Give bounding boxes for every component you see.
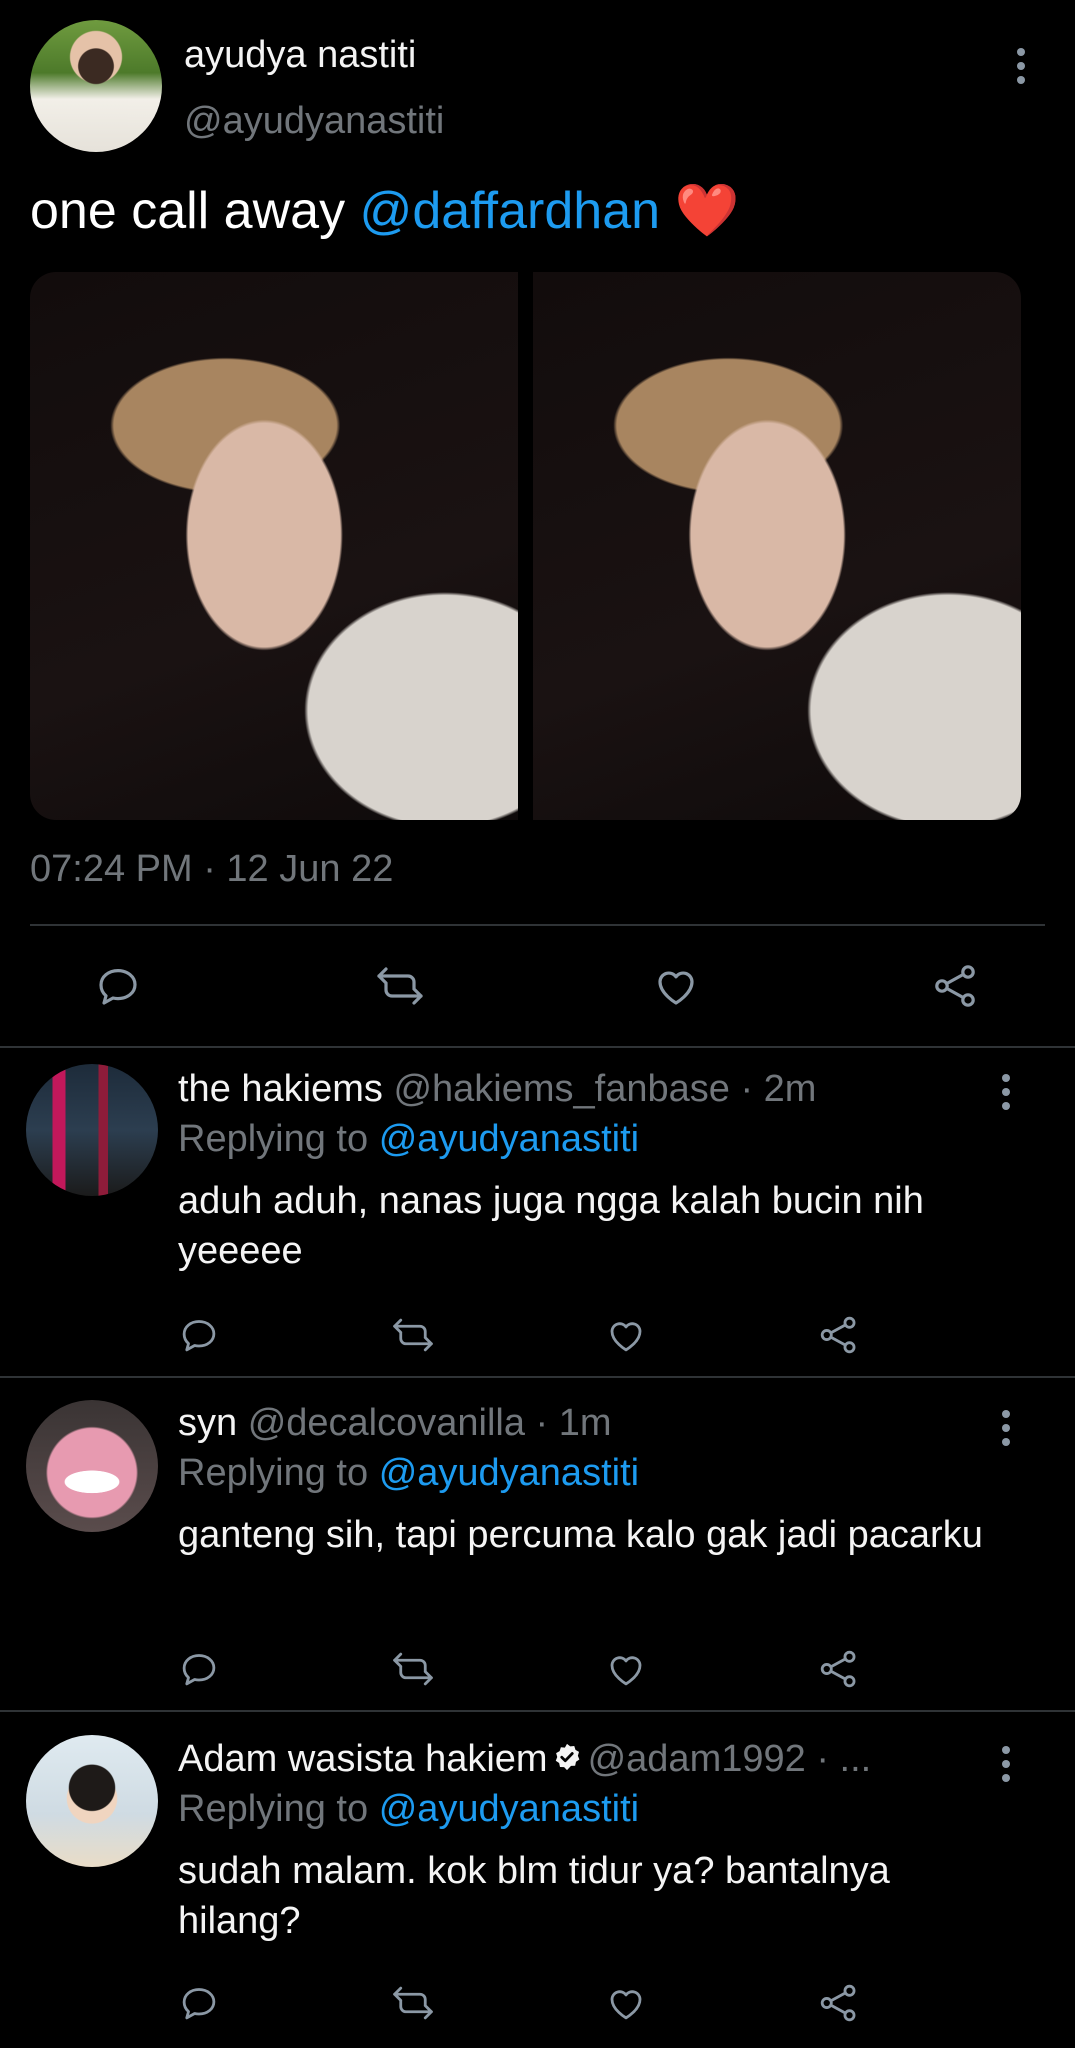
replying-mention[interactable]: @ayudyanastiti [379,1788,639,1830]
more-options-icon[interactable] [1000,1746,1012,1782]
reply-text: ganteng sih, tapi percuma kalo gak jadi … [178,1514,983,1556]
divider [0,1710,1075,1712]
divider [0,1046,1075,1048]
more-options-icon[interactable] [1000,1074,1012,1110]
reply-header: the hakiems @hakiems_fanbase · 2m [178,1068,816,1111]
tweet-photo-1[interactable] [30,272,518,820]
replying-label: Replying to [178,1452,369,1494]
author-name[interactable]: ayudya nastiti [184,34,416,77]
divider [30,924,1045,926]
share-icon[interactable] [818,1314,860,1356]
tweet-body: one call away [30,182,346,240]
reply-text: aduh aduh, nanas juga ngga kalah bucin n… [178,1180,924,1272]
reply-author-name[interactable]: syn [178,1402,237,1444]
reply-text: sudah malam. kok blm tidur ya? bantalnya… [178,1850,890,1942]
replying-mention[interactable]: @ayudyanastiti [379,1452,639,1494]
reply-header: Adam wasista hakiem @adam1992 · ... [178,1738,871,1782]
author-avatar[interactable] [30,20,162,152]
share-icon[interactable] [818,1648,860,1690]
more-options-icon[interactable] [1000,1410,1012,1446]
replying-label: Replying to [178,1788,369,1830]
reply-author-name[interactable]: the hakiems [178,1068,383,1110]
reply-meta[interactable]: @adam1992 · ... [588,1738,872,1780]
like-icon[interactable] [605,1314,647,1356]
reply-author-name[interactable]: Adam wasista hakiem [178,1738,548,1780]
retweet-icon[interactable] [390,1648,436,1690]
replying-label: Replying to [178,1118,369,1160]
retweet-icon[interactable] [390,1314,436,1356]
reply-icon[interactable] [178,1648,220,1690]
divider [0,1376,1075,1378]
replying-mention[interactable]: @ayudyanastiti [379,1118,639,1160]
tweet-text: one call away @daffardhan ❤️ [30,180,739,241]
like-icon[interactable] [605,1982,647,2024]
replying-to: Replying to @ayudyanastiti [178,1788,639,1831]
like-icon[interactable] [605,1648,647,1690]
replying-to: Replying to @ayudyanastiti [178,1118,639,1161]
reply-avatar[interactable] [26,1400,158,1532]
reply-avatar[interactable] [26,1735,158,1867]
mention-link[interactable]: @daffardhan [360,182,661,240]
share-icon[interactable] [818,1982,860,2024]
replying-to: Replying to @ayudyanastiti [178,1452,639,1495]
reply-meta[interactable]: @hakiems_fanbase · 2m [393,1068,816,1110]
reply-icon[interactable] [178,1982,220,2024]
reply-avatar[interactable] [26,1064,158,1196]
retweet-icon[interactable] [374,962,426,1010]
tweet-photo-2[interactable] [533,272,1021,820]
reply-icon[interactable] [94,962,142,1010]
reply-header: syn @decalcovanilla · 1m [178,1402,612,1445]
more-options-icon[interactable] [1015,48,1027,84]
reply-icon[interactable] [178,1314,220,1356]
reply-meta[interactable]: @decalcovanilla · 1m [248,1402,612,1444]
heart-emoji: ❤️ [674,182,740,240]
verified-badge-icon [552,1739,582,1782]
author-handle[interactable]: @ayudyanastiti [184,100,444,143]
like-icon[interactable] [652,962,700,1010]
retweet-icon[interactable] [390,1982,436,2024]
tweet-timestamp[interactable]: 07:24 PM · 12 Jun 22 [30,848,393,891]
share-icon[interactable] [932,962,980,1010]
